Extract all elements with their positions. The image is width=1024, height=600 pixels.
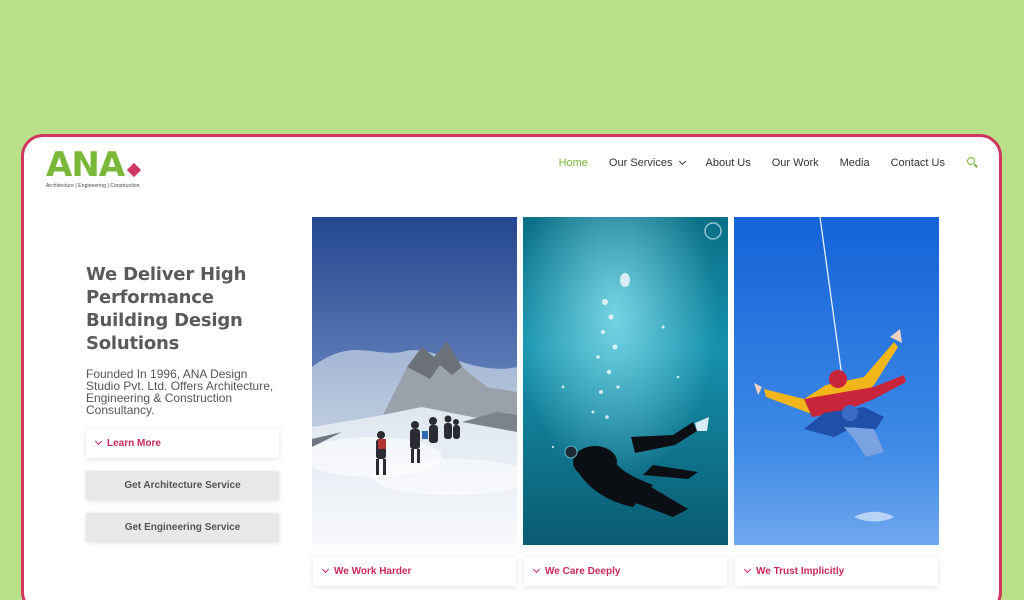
chevron-down-icon xyxy=(321,565,330,574)
chevron-down-icon xyxy=(94,437,103,446)
logo[interactable]: ANA Architecture | Engineering | Constru… xyxy=(46,147,146,191)
chevron-down-icon xyxy=(532,565,541,574)
card-label: We Work Harder xyxy=(334,566,412,577)
mountain-climbers-image xyxy=(312,217,517,545)
get-engineering-service-button[interactable]: Get Engineering Service xyxy=(86,513,279,542)
logo-text: ANA xyxy=(46,145,125,185)
nav-item-label: Home xyxy=(558,157,588,169)
learn-more-label: Learn More xyxy=(107,438,161,449)
nav-item-label: About Us xyxy=(705,157,751,169)
nav-item-label: Our Services xyxy=(608,157,673,169)
nav-item-about-us[interactable]: About Us xyxy=(706,157,751,169)
search-icon[interactable] xyxy=(967,157,979,169)
browser-frame: ANA Architecture | Engineering | Constru… xyxy=(21,134,1002,600)
logo-accent-mark xyxy=(126,162,142,178)
get-architecture-service-button[interactable]: Get Architecture Service xyxy=(86,471,279,500)
hero-headline: We Deliver High Performance Building Des… xyxy=(86,264,247,354)
nav-item-media[interactable]: Media xyxy=(840,157,870,169)
chevron-down-icon xyxy=(743,565,752,574)
nav-item-label: Media xyxy=(839,157,870,169)
nav-item-our-services[interactable]: Our Services xyxy=(608,157,686,169)
nav-item-contact-us[interactable]: Contact Us xyxy=(891,157,945,169)
hero-intro: Founded In 1996, ANA Design Studio Pvt. … xyxy=(86,367,274,417)
chevron-down-icon xyxy=(678,157,686,166)
logo-tagline: Architecture | Engineering | Constructio… xyxy=(46,183,140,189)
nav-item-label: Our Work xyxy=(771,157,819,169)
we-trust-implicitly-button[interactable]: We Trust Implicitly xyxy=(735,557,938,586)
tandem-skydivers-image xyxy=(734,217,939,545)
nav-item-our-work[interactable]: Our Work xyxy=(772,157,819,169)
we-work-harder-button[interactable]: We Work Harder xyxy=(313,557,516,586)
nav-item-label: Contact Us xyxy=(890,157,945,169)
learn-more-button[interactable]: Learn More xyxy=(86,429,279,458)
we-care-deeply-button[interactable]: We Care Deeply xyxy=(524,557,727,586)
nav-item-home[interactable]: Home xyxy=(559,157,588,169)
main-nav: Home Our Services About Us Our Work Medi… xyxy=(538,157,979,169)
card-label: We Trust Implicitly xyxy=(756,566,845,577)
card-label: We Care Deeply xyxy=(545,566,621,577)
scuba-diver-image xyxy=(523,217,728,545)
